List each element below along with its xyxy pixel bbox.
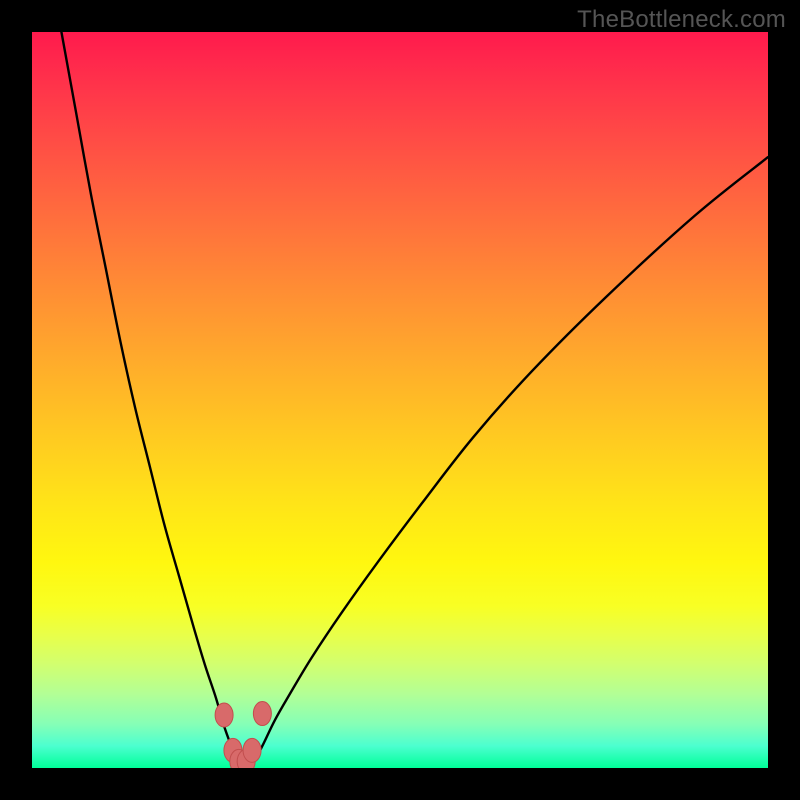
bottleneck-curve [61,32,768,765]
optimal-marker [215,703,233,727]
optimal-marker [243,738,261,762]
watermark-text: TheBottleneck.com [577,6,786,34]
chart-overlay [32,32,768,768]
chart-frame: TheBottleneck.com [0,0,800,800]
optimal-marker [253,702,271,726]
plot-area [32,32,768,768]
optimal-markers [215,702,271,768]
